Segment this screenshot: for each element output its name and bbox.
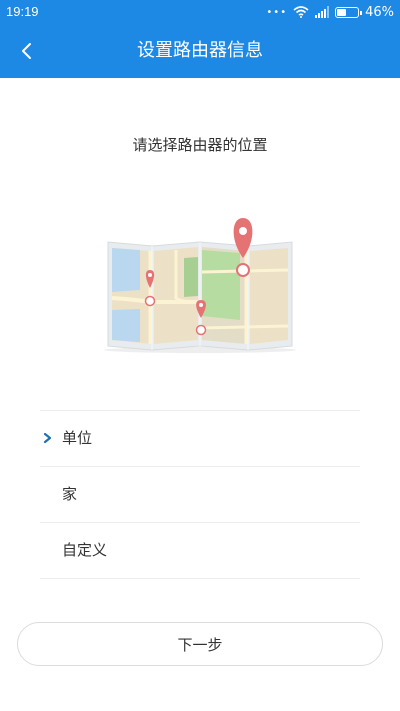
battery-percent: 46% <box>365 4 394 20</box>
wifi-icon <box>293 6 309 18</box>
option-custom[interactable]: 自定义 <box>40 522 360 579</box>
status-icons: ••• 46% <box>266 3 394 21</box>
option-work[interactable]: 单位 <box>40 410 360 466</box>
battery-icon <box>335 6 363 18</box>
option-label: 家 <box>62 485 78 503</box>
app-bar: 设置路由器信息 <box>0 24 400 78</box>
signal-icon <box>315 6 330 18</box>
chevron-left-icon <box>22 43 31 59</box>
location-options: 单位 家 自定义 <box>40 410 360 579</box>
back-button[interactable] <box>10 34 44 68</box>
option-label: 自定义 <box>62 541 108 559</box>
map-illustration <box>104 218 296 353</box>
next-step-button[interactable]: 下一步 <box>17 622 383 666</box>
location-prompt: 请选择路由器的位置 <box>132 136 268 154</box>
status-time: 19:19 <box>6 4 39 19</box>
page-title: 设置路由器信息 <box>137 40 263 61</box>
option-label: 单位 <box>62 429 93 447</box>
selected-chevron-icon <box>43 432 52 444</box>
option-home[interactable]: 家 <box>40 466 360 522</box>
notification-dots: ••• <box>266 6 288 18</box>
status-bar: 19:19 ••• 46% <box>0 0 400 24</box>
